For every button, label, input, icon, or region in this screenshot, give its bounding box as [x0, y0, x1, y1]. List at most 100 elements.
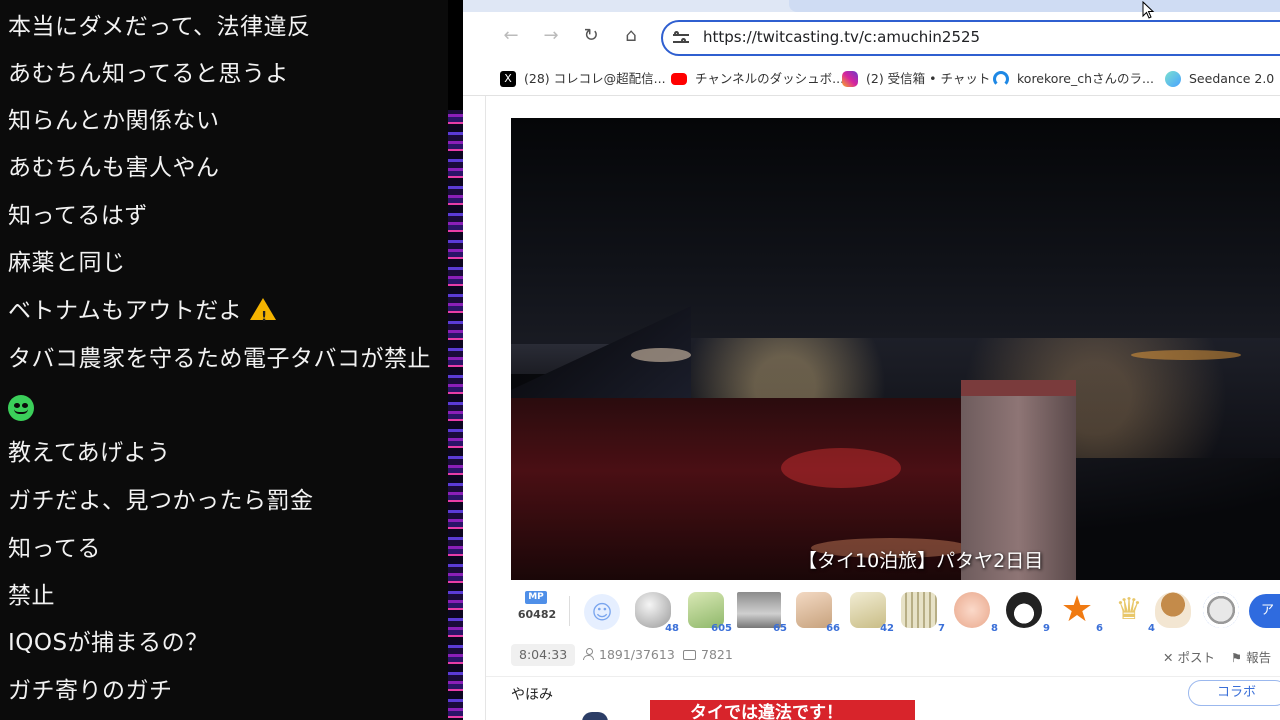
- coin-gift-icon[interactable]: [1201, 592, 1241, 632]
- gift-count: 6: [1096, 623, 1103, 634]
- gift-image: [954, 592, 990, 628]
- comment-count-text: 7821: [701, 647, 733, 662]
- cat-gift-icon[interactable]: 65: [737, 592, 787, 634]
- back-button[interactable]: ←: [499, 24, 523, 48]
- share-actions: ✕ ポスト ⚑ 報告 ♪: [1163, 647, 1280, 666]
- bookmark-x[interactable]: X (28) コレコレ@超配信...: [500, 69, 666, 89]
- elapsed-time: 8:04:33: [511, 644, 576, 666]
- divider: [569, 596, 570, 626]
- comment: タバコ農家を守るため電子タバコが禁止: [8, 346, 431, 372]
- stream-stats: 8:04:33 1891/37613 7821 ✕ ポスト ⚑ 報告 ♪: [511, 644, 1280, 668]
- comment-emoji: [8, 395, 34, 429]
- gift-count: 66: [826, 623, 840, 634]
- youtube-icon: [671, 73, 687, 85]
- report-button[interactable]: ⚑ 報告: [1231, 650, 1271, 665]
- viewer-count-text: 1891/37613: [599, 647, 675, 662]
- avatar[interactable]: [582, 712, 608, 720]
- tea-gift-icon[interactable]: 66: [794, 592, 840, 634]
- comment: あむちん知ってると思うよ: [8, 61, 289, 87]
- site-settings-icon[interactable]: [673, 30, 689, 46]
- crown-gift-icon[interactable]: ♛ 4: [1109, 592, 1155, 634]
- reload-button[interactable]: ↻: [579, 24, 603, 48]
- comment: ガチ寄りのガチ: [8, 678, 173, 704]
- forward-button[interactable]: →: [539, 24, 563, 48]
- coin-gift-icon[interactable]: 48: [633, 592, 679, 634]
- ai-button[interactable]: ア: [1249, 594, 1280, 628]
- gift-count: 65: [773, 623, 787, 634]
- bookmark-label: (28) コレコレ@超配信...: [524, 71, 666, 86]
- page-content: 【タイ10泊旅】パタヤ2日目 MP 60482 ☺ 48 605 65 66 4…: [485, 96, 1280, 720]
- comment-with-warning: ベトナムもアウトだよ !: [8, 296, 277, 326]
- person-icon: [583, 648, 594, 660]
- active-tab[interactable]: [789, 0, 1280, 12]
- bookmark-youtube[interactable]: チャンネルのダッシュボ...: [671, 69, 844, 89]
- viewer-count: 1891/37613: [583, 647, 675, 662]
- comment: 教えてあげよう: [8, 440, 171, 466]
- gift-image: ♛: [1115, 592, 1143, 627]
- mp-count: 60482: [517, 608, 557, 621]
- gift-bar: MP 60482 ☺ 48 605 65 66 42 7 8 9 ★ 6 ♛ 4…: [511, 586, 1280, 636]
- gift-count: 42: [880, 623, 894, 634]
- video-subtitle: 【タイ10泊旅】パタヤ2日目: [798, 550, 1044, 572]
- star-gift-icon[interactable]: ★ 6: [1057, 589, 1103, 635]
- url-text[interactable]: https://twitcasting.tv/c:amuchin2525: [703, 28, 980, 46]
- tab-strip: [463, 0, 1280, 12]
- video-light: [781, 448, 901, 488]
- bookmark-label: Seedance 2.0: [1189, 71, 1275, 86]
- bookmark-instagram[interactable]: (2) 受信箱 • チャット: [842, 69, 992, 89]
- comment: 知ってる: [8, 536, 101, 562]
- comment: 麻薬と同じ: [8, 250, 126, 276]
- warning-icon: !: [250, 298, 277, 325]
- bookmark-korekore[interactable]: korekore_chさんのラ...: [993, 69, 1154, 89]
- channel-name[interactable]: やほみ: [511, 684, 553, 704]
- post-label: ポスト: [1177, 650, 1215, 665]
- video-sky: [511, 118, 1280, 358]
- mp-badge: MP: [525, 591, 547, 604]
- headset-icon: [993, 71, 1009, 87]
- mushroom-gift-icon[interactable]: [1153, 592, 1193, 632]
- home-button[interactable]: ⌂: [619, 24, 643, 48]
- bookmark-seedance[interactable]: Seedance 2.0: [1165, 69, 1275, 89]
- gift-count: 8: [991, 623, 998, 634]
- smile-icon[interactable]: ☺: [584, 594, 620, 630]
- gift-count: 9: [1043, 623, 1050, 634]
- warning-banner: タイでは違法です！: [650, 700, 915, 720]
- tea-gift-icon[interactable]: 7: [899, 592, 945, 634]
- comment: 知ってるはず: [8, 203, 148, 229]
- bookmark-label: チャンネルのダッシュボ...: [695, 71, 845, 86]
- gift-image: [1203, 592, 1239, 628]
- instagram-icon: [842, 71, 858, 87]
- comment-text: ベトナムもアウトだよ: [8, 298, 243, 324]
- gift-image: [1006, 592, 1042, 628]
- gift-image: [901, 592, 937, 628]
- address-bar[interactable]: https://twitcasting.tv/c:amuchin2525: [661, 20, 1280, 56]
- video-light: [631, 348, 691, 362]
- bookmark-label: (2) 受信箱 • チャット: [866, 71, 991, 86]
- comment-icon: [683, 650, 696, 660]
- browser-window: ← → ↻ ⌂ https://twitcasting.tv/c:amuchin…: [463, 0, 1280, 720]
- gift-image: ★: [1060, 589, 1094, 630]
- penguin-gift-icon[interactable]: 9: [1004, 592, 1050, 634]
- smiling-face-emoji-icon: [8, 395, 34, 421]
- x-post-button[interactable]: ✕ ポスト: [1163, 650, 1215, 665]
- video-light: [1131, 350, 1241, 360]
- comment-count: 7821: [683, 647, 733, 662]
- tea-gift-icon[interactable]: 605: [686, 592, 732, 634]
- collab-button[interactable]: コラボ: [1188, 680, 1280, 706]
- browser-toolbar: ← → ↻ ⌂ https://twitcasting.tv/c:amuchin…: [463, 12, 1280, 62]
- clap-gift-icon[interactable]: 8: [952, 592, 998, 634]
- video-building-roof: [961, 380, 1076, 396]
- bookmark-label: korekore_chさんのラ...: [1017, 71, 1154, 86]
- mp-points[interactable]: MP 60482: [515, 591, 556, 627]
- comment: ガチだよ、見つかったら罰金: [8, 488, 314, 514]
- comment: IQOSが捕まるの？: [8, 630, 209, 656]
- report-label: 報告: [1246, 650, 1272, 665]
- gift-count: 7: [938, 623, 945, 634]
- tea-gift-icon[interactable]: 42: [848, 592, 894, 634]
- seedance-icon: [1165, 71, 1181, 87]
- gift-image: [1155, 592, 1191, 628]
- bookmarks-bar: X (28) コレコレ@超配信... チャンネルのダッシュボ... (2) 受信…: [463, 62, 1280, 96]
- comment: 本当にダメだって、法律違反: [8, 14, 311, 40]
- comment: あむちんも害人やん: [8, 155, 220, 181]
- video-player[interactable]: 【タイ10泊旅】パタヤ2日目: [511, 118, 1280, 580]
